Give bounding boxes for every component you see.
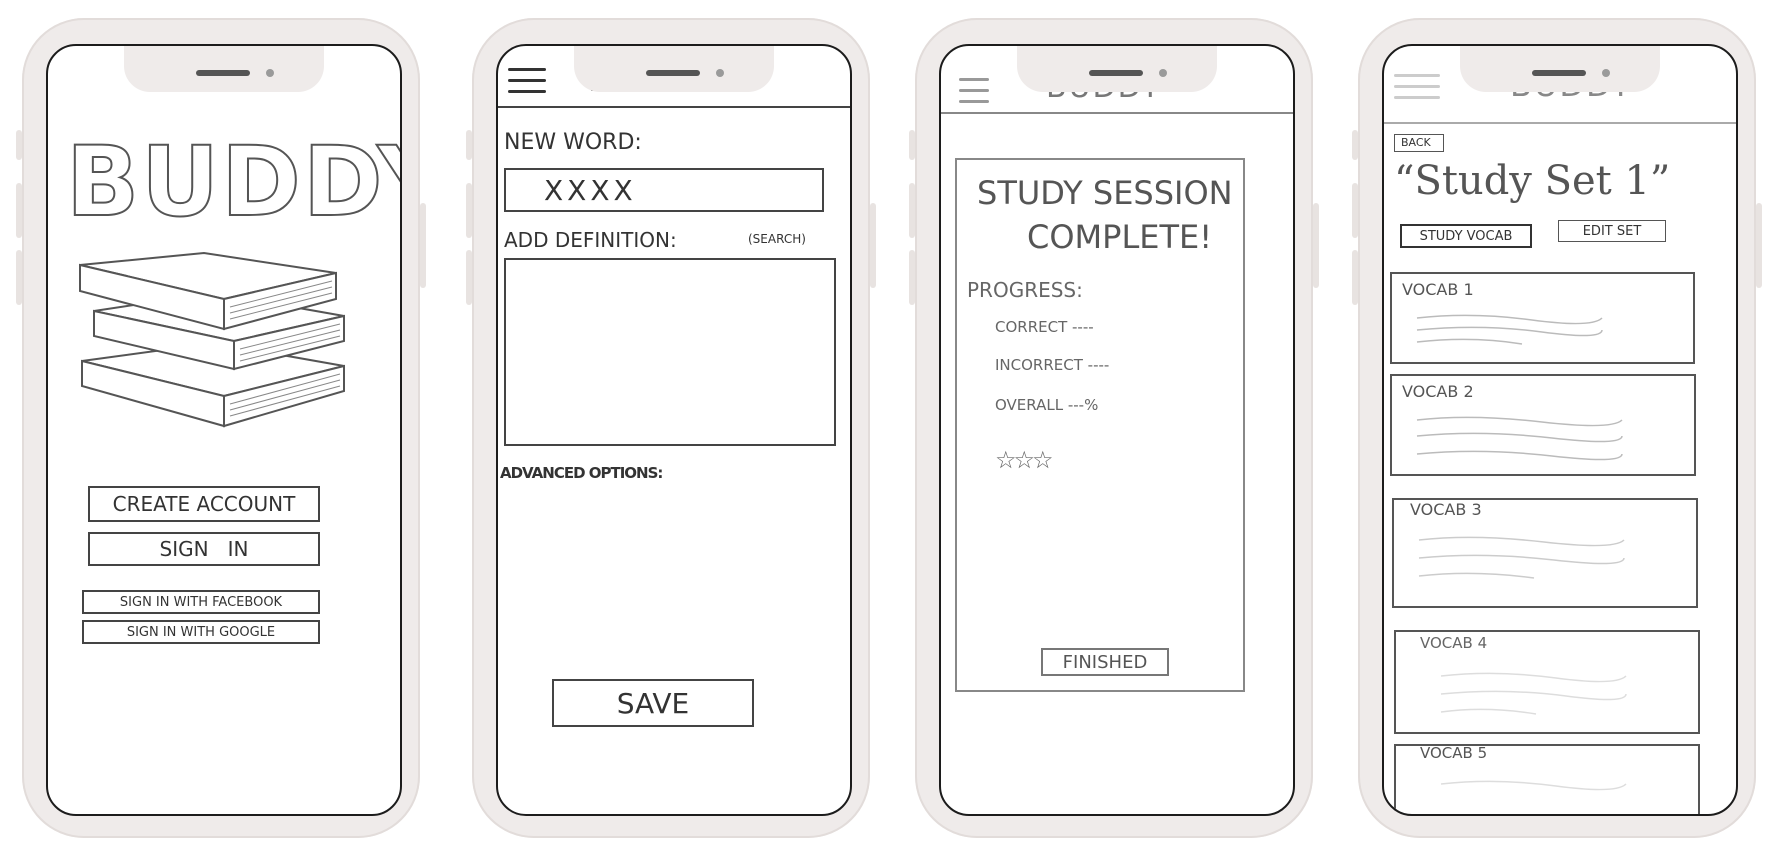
create-account-button[interactable]: CREATE ACCOUNT (88, 486, 320, 522)
add-definition-label: ADD DEFINITION: (504, 228, 677, 252)
placeholder-scribble (1416, 416, 1623, 461)
notch (1017, 46, 1217, 92)
new-word-input[interactable]: XXXX (504, 168, 824, 212)
placeholder-scribble (1416, 314, 1603, 345)
vocab-card-title: VOCAB 2 (1402, 382, 1474, 401)
notch (574, 46, 774, 92)
finished-button[interactable]: FINISHED (1041, 648, 1169, 676)
back-label: BACK (1401, 136, 1431, 149)
definition-textarea[interactable] (504, 258, 836, 446)
header-divider (1384, 122, 1736, 124)
session-title-line2: COMPLETE! (1027, 218, 1213, 256)
progress-label: PROGRESS: (967, 278, 1083, 302)
study-vocab-button[interactable]: STUDY VOCAB (1400, 224, 1532, 248)
hamburger-menu-icon[interactable] (1394, 74, 1440, 100)
vocab-card-title: VOCAB 1 (1402, 280, 1474, 299)
create-account-label: CREATE ACCOUNT (112, 492, 296, 516)
sign-in-button[interactable]: SIGN IN (88, 532, 320, 566)
session-title-line1: STUDY SESSION (977, 174, 1233, 212)
sign-in-google-label: SIGN IN WITH GOOGLE (126, 624, 276, 640)
sign-in-facebook-button[interactable]: SIGN IN WITH FACEBOOK (82, 590, 320, 614)
back-button[interactable]: BACK (1394, 134, 1444, 152)
star-rating: ☆☆☆ (995, 446, 1054, 474)
header-divider (498, 106, 850, 108)
app-logo-title: BUDDY (65, 125, 400, 239)
vocab-card-title: VOCAB 3 (1410, 500, 1482, 519)
search-link[interactable]: (SEARCH) (748, 232, 806, 246)
phone-frame-new-word: BUDDY NEW WORD: XXXX ADD DEFINITION: (SE… (466, 18, 876, 838)
hamburger-menu-icon[interactable] (959, 78, 989, 104)
study-set-title: “Study Set 1” (1394, 158, 1671, 204)
hamburger-menu-icon[interactable] (508, 68, 546, 94)
vocab-card[interactable]: VOCAB 3 (1392, 498, 1698, 608)
vocab-card[interactable]: VOCAB 2 (1390, 374, 1696, 476)
session-complete-screen: BUDDY STUDY SESSION COMPLETE! PROGRESS: … (939, 44, 1295, 816)
phone-frame-login: BUDDY CREATE ACCOUNT SIGN (16, 18, 426, 838)
new-word-value: XXXX (544, 174, 637, 207)
new-word-screen: BUDDY NEW WORD: XXXX ADD DEFINITION: (SE… (496, 44, 852, 816)
incorrect-stat: INCORRECT ---- (995, 356, 1110, 374)
header-divider (941, 112, 1293, 114)
session-summary-card: STUDY SESSION COMPLETE! PROGRESS: CORREC… (955, 158, 1245, 692)
finished-label: FINISHED (1062, 651, 1148, 673)
save-button[interactable]: SAVE (552, 679, 754, 727)
overall-stat: OVERALL ---% (995, 396, 1099, 414)
notch (1460, 46, 1660, 92)
placeholder-scribble (1418, 536, 1625, 579)
vocab-card[interactable]: VOCAB 4 (1394, 630, 1700, 734)
placeholder-scribble (1440, 780, 1627, 791)
placeholder-scribble (1440, 672, 1627, 715)
new-word-label: NEW WORD: (504, 130, 642, 155)
books-illustration (79, 251, 345, 428)
sign-in-facebook-label: SIGN IN WITH FACEBOOK (119, 594, 283, 610)
vocab-card-title: VOCAB 5 (1420, 744, 1488, 762)
sign-in-label: SIGN IN (159, 537, 249, 561)
notch (124, 46, 324, 92)
correct-stat: CORRECT ---- (995, 318, 1094, 336)
vocab-card[interactable]: VOCAB 5 (1394, 744, 1700, 814)
vocab-card[interactable]: VOCAB 1 (1390, 272, 1695, 364)
edit-set-button[interactable]: EDIT SET (1558, 220, 1666, 242)
save-label: SAVE (616, 686, 690, 720)
phone-frame-study-set: BUDDY BACK “Study Set 1” STUDY VOCAB EDI… (1352, 18, 1762, 838)
study-set-screen: BUDDY BACK “Study Set 1” STUDY VOCAB EDI… (1382, 44, 1738, 816)
advanced-options-toggle[interactable]: ADVANCED OPTIONS: (500, 464, 663, 482)
phone-frame-session-complete: BUDDY STUDY SESSION COMPLETE! PROGRESS: … (909, 18, 1319, 838)
edit-set-label: EDIT SET (1582, 223, 1642, 239)
study-vocab-label: STUDY VOCAB (1419, 228, 1513, 244)
vocab-card-title: VOCAB 4 (1420, 634, 1488, 652)
login-screen: BUDDY CREATE ACCOUNT SIGN (46, 44, 402, 816)
sign-in-google-button[interactable]: SIGN IN WITH GOOGLE (82, 620, 320, 644)
